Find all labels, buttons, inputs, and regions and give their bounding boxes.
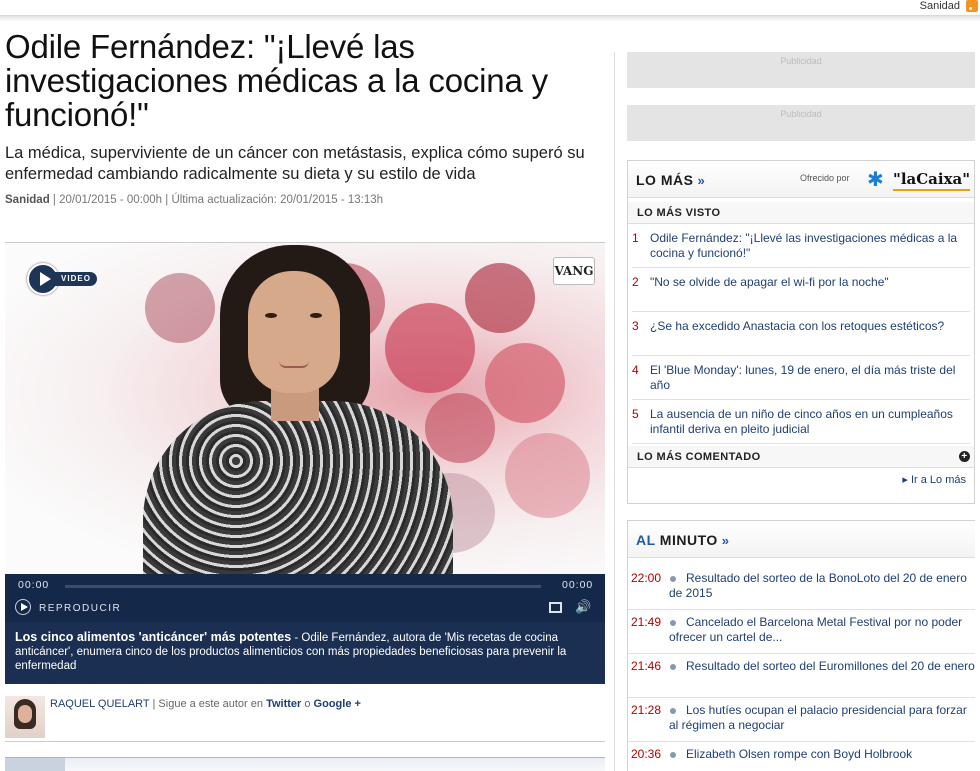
al-minuto-item[interactable]: 22:00 Resultado del sorteo de la BonoLoto… — [628, 566, 975, 610]
section-link-sanidad[interactable]: Sanidad — [920, 0, 960, 12]
lacaixa-wordmark: "laCaixa" — [893, 170, 971, 191]
ad-slot[interactable]: Publicidad — [627, 52, 975, 88]
author-or: o — [301, 698, 314, 710]
share-toolbar[interactable] — [5, 757, 605, 771]
news-time: 21:46 — [631, 659, 662, 673]
rank-number: 3 — [632, 319, 639, 333]
lo-mas-header: LO MÁS» Ofrecido por ✱ "laCaixa" — [628, 161, 974, 198]
news-link[interactable]: Los hutíes ocupan el palacio presidencia… — [669, 703, 979, 733]
al-minuto-item[interactable]: 21:46 Resultado del sorteo del Euromillon… — [628, 654, 975, 698]
al-minuto-box: AL MINUTO» 22:00 Resultado del sorteo de … — [627, 520, 975, 771]
author-name[interactable]: RAQUEL QUELART — [50, 698, 149, 710]
news-link[interactable]: Resultado del sorteo de la BonoLoto del … — [669, 571, 979, 601]
twitter-link[interactable]: Twitter — [266, 698, 301, 710]
lo-mas-box: LO MÁS» Ofrecido por ✱ "laCaixa" LO MÁS … — [627, 160, 975, 504]
chevron-right-icon: » — [697, 173, 706, 188]
top-divider — [0, 15, 980, 21]
al-minuto-item[interactable]: 21:28 Los hutíes ocupan el palacio presid… — [628, 698, 975, 742]
most-viewed-item[interactable]: 3 ¿Se ha excedido Anastacia con los retoq… — [632, 312, 970, 356]
news-link[interactable]: Cancelado el Barcelona Metal Festival po… — [669, 615, 979, 645]
vang-watermark: VANG — [553, 257, 595, 285]
al-minuto-header: AL MINUTO» — [628, 521, 975, 558]
byline-divider — [5, 741, 605, 742]
fruit-decoration — [425, 393, 495, 463]
video-badge-label: VIDEO — [55, 272, 97, 286]
tab-lo-mas-comentado[interactable]: LO MÁS COMENTADO + — [628, 446, 974, 468]
lacaixa-star-icon: ✱ — [867, 169, 884, 191]
lacaixa-logo[interactable]: ✱ "laCaixa" — [865, 169, 971, 191]
offered-by-label: Ofrecido por — [800, 173, 850, 183]
time-total: 00:00 — [562, 579, 594, 591]
al-minuto-item[interactable]: 20:36 Elizabeth Olsen rompe con Boyd Holb… — [628, 742, 975, 771]
volume-icon[interactable]: 🔊 — [575, 600, 593, 614]
news-link[interactable]: Resultado del sorteo del Euromillones de… — [669, 659, 979, 674]
article-section[interactable]: Sanidad — [5, 194, 50, 206]
presenter-body — [143, 401, 453, 574]
play-icon[interactable] — [15, 599, 31, 615]
video-frame[interactable]: VANG VIDEO — [5, 243, 605, 574]
rank-number: 2 — [632, 275, 639, 289]
rank-number: 4 — [632, 363, 639, 377]
news-link[interactable]: Elizabeth Olsen rompe con Boyd Holbrook — [669, 747, 979, 762]
most-viewed-item[interactable]: 4 El 'Blue Monday': lunes, 19 de enero, e… — [632, 356, 970, 400]
article-headline: Odile Fernández: "¡Llevé las investigaci… — [5, 28, 548, 133]
news-time: 21:49 — [631, 615, 662, 629]
rank-number: 1 — [632, 231, 639, 245]
al-minuto-title[interactable]: AL MINUTO» — [636, 532, 730, 548]
most-viewed-link[interactable]: ¿Se ha excedido Anastacia con los retoqu… — [650, 319, 968, 334]
presenter-face — [248, 271, 340, 393]
fruit-decoration — [465, 263, 535, 333]
player-controls: 00:00 00:00 REPRODUCIR 🔊 — [5, 574, 605, 622]
fruit-decoration — [385, 303, 475, 393]
video-caption: Los cinco alimentos 'anticáncer' más pot… — [5, 622, 605, 684]
video-player[interactable]: VANG VIDEO 00:00 00:00 REPRODUCIR 🔊 Los … — [5, 242, 605, 684]
author-byline: RAQUEL QUELART | Sigue a este autor en T… — [5, 693, 605, 743]
author-avatar[interactable] — [5, 696, 45, 738]
ad-slot[interactable]: Publicidad — [627, 105, 975, 141]
article-meta: Sanidad | 20/01/2015 - 00:00h | Última a… — [5, 194, 383, 206]
top-bar: Sanidad — [0, 0, 980, 22]
tab-lo-mas-visto[interactable]: LO MÁS VISTO — [628, 202, 974, 224]
most-viewed-link[interactable]: La ausencia de un niño de cinco años en … — [650, 407, 968, 437]
most-viewed-item[interactable]: 2 "No se olvide de apagar el wi-fi por la… — [632, 268, 970, 312]
most-viewed-item[interactable]: 5 La ausencia de un niño de cinco años en… — [632, 400, 970, 444]
fruit-decoration — [485, 343, 565, 423]
google-plus-link[interactable]: Google + — [314, 698, 361, 710]
expand-plus-icon[interactable]: + — [959, 451, 970, 462]
most-viewed-link[interactable]: "No se olvide de apagar el wi-fi por la … — [650, 275, 968, 290]
play-label[interactable]: REPRODUCIR — [39, 603, 121, 614]
lo-mas-title[interactable]: LO MÁS» — [636, 172, 705, 188]
most-viewed-link[interactable]: El 'Blue Monday': lunes, 19 de enero, el… — [650, 363, 968, 393]
fruit-decoration — [505, 433, 590, 518]
chevron-right-icon: » — [721, 533, 730, 548]
al-minuto-list: 22:00 Resultado del sorteo de la BonoLoto… — [628, 566, 975, 771]
presenter-mouth — [279, 361, 309, 368]
al-minuto-item[interactable]: 21:49 Cancelado el Barcelona Metal Festiv… — [628, 610, 975, 654]
fruit-decoration — [145, 273, 215, 343]
most-viewed-link[interactable]: Odile Fernández: "¡Llevé las investigaci… — [650, 231, 968, 261]
video-caption-title: Los cinco alimentos 'anticáncer' más pot… — [15, 630, 292, 644]
most-viewed-list: 1 Odile Fernández: "¡Llevé las investigac… — [628, 224, 974, 444]
most-viewed-item[interactable]: 1 Odile Fernández: "¡Llevé las investigac… — [632, 224, 970, 268]
author-line: RAQUEL QUELART | Sigue a este autor en T… — [50, 698, 361, 710]
progress-track[interactable] — [65, 585, 541, 588]
video-badge[interactable]: VIDEO — [27, 263, 97, 297]
presenter-eye — [310, 313, 322, 318]
ir-a-lo-mas-link[interactable]: ▸ Ir a Lo más — [628, 468, 974, 490]
rank-number: 5 — [632, 407, 639, 421]
news-time: 22:00 — [631, 571, 662, 585]
presenter-eye — [265, 313, 277, 318]
rss-icon[interactable] — [966, 0, 978, 12]
article-subtitle: La médica, superviviente de un cáncer co… — [5, 144, 585, 183]
article-date: | 20/01/2015 - 00:00h | Última actualiza… — [49, 194, 384, 206]
author-follow-text: | Sigue a este autor en — [149, 698, 267, 710]
column-divider — [614, 52, 615, 771]
time-current: 00:00 — [18, 579, 50, 591]
news-time: 21:28 — [631, 703, 662, 717]
news-time: 20:36 — [631, 747, 662, 761]
fullscreen-icon[interactable] — [549, 602, 562, 613]
